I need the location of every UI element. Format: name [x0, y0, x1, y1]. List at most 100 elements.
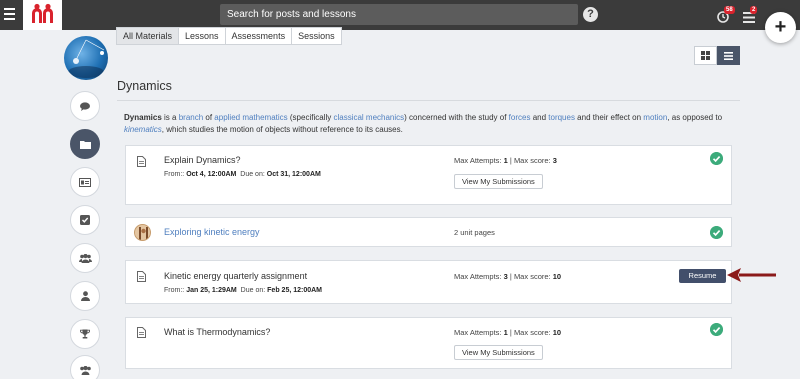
search-input[interactable]: Search for posts and lessons — [220, 4, 578, 25]
nav-groups[interactable] — [70, 243, 100, 273]
tab-sessions[interactable]: Sessions — [292, 27, 342, 45]
folder-description: Dynamics is a branch of applied mathemat… — [124, 112, 740, 136]
add-button[interactable]: + — [765, 12, 796, 43]
app-logo[interactable] — [23, 0, 62, 30]
material-card[interactable]: Explain Dynamics? From:: Oct 4, 12:00AM … — [125, 145, 732, 205]
tab-lessons[interactable]: Lessons — [179, 27, 226, 45]
from-label: From:: — [164, 171, 185, 178]
desc-text: , which studies the motion of objects wi… — [161, 125, 403, 134]
from-date: Jan 25, 1:29AM — [186, 287, 237, 294]
desc-link-applied-mathematics[interactable]: applied mathematics — [214, 113, 287, 122]
help-icon[interactable]: ? — [583, 7, 598, 22]
desc-text: and — [530, 113, 549, 122]
nav-discussions[interactable] — [70, 91, 100, 121]
document-icon — [137, 271, 146, 282]
score-label: Max score: — [513, 328, 551, 337]
score-value: 10 — [552, 272, 562, 281]
score-label: Max score: — [513, 272, 551, 281]
desc-text: (specifically — [287, 113, 334, 122]
completed-check-icon — [710, 226, 723, 239]
nav-materials[interactable] — [70, 129, 100, 159]
material-title[interactable]: Exploring kinetic energy — [164, 227, 260, 237]
grid-view-button[interactable] — [694, 46, 717, 65]
unit-pages-count: 2 unit pages — [454, 228, 495, 237]
tab-assessments[interactable]: Assessments — [225, 27, 293, 45]
material-card[interactable]: Kinetic energy quarterly assignment From… — [125, 260, 732, 304]
document-icon — [137, 327, 146, 338]
separator: | — [509, 328, 512, 337]
score-value: 3 — [552, 156, 557, 165]
nav-community[interactable] — [70, 355, 100, 379]
score-label: Max score: — [513, 156, 551, 165]
nav-members[interactable] — [70, 281, 100, 311]
document-icon — [137, 156, 146, 167]
attempts-value: 1 — [503, 156, 508, 165]
chat-icon — [80, 101, 90, 111]
desc-text: ) concerned with the study of — [404, 113, 509, 122]
view-submissions-button[interactable]: View My Submissions — [454, 174, 543, 189]
user-icon — [80, 291, 90, 301]
trophy-icon — [80, 329, 90, 339]
nav-badges[interactable] — [70, 319, 100, 349]
desc-link-kinematics[interactable]: kinematics — [124, 125, 162, 134]
tasks-badge: 2 — [750, 6, 758, 14]
desc-link-forces[interactable]: forces — [509, 113, 531, 122]
due-label: Due on: — [240, 171, 265, 178]
attempts-label: Max Attempts: — [454, 328, 502, 337]
due-date: Feb 25, 12:00AM — [267, 287, 323, 294]
from-date: Oct 4, 12:00AM — [186, 171, 237, 178]
material-dates: From:: Oct 4, 12:00AM Due on: Oct 31, 12… — [164, 171, 321, 178]
notifications-icon[interactable]: 58 — [716, 6, 735, 23]
from-label: From:: — [164, 287, 185, 294]
annotation-arrow — [727, 268, 776, 282]
nav-gradebook[interactable] — [70, 167, 100, 197]
material-title[interactable]: What is Thermodynamics? — [164, 327, 270, 337]
folder-title: Dynamics — [117, 79, 172, 93]
attempts-value: 3 — [503, 272, 508, 281]
nav-tasks[interactable] — [70, 205, 100, 235]
material-title[interactable]: Kinetic energy quarterly assignment — [164, 271, 307, 281]
due-label: Due on: — [240, 287, 266, 294]
lesson-thumbnail — [134, 224, 151, 241]
separator: | — [509, 272, 512, 281]
material-card[interactable]: Exploring kinetic energy 2 unit pages — [125, 217, 732, 247]
desc-term: Dynamics — [124, 113, 162, 122]
completed-check-icon — [710, 152, 723, 165]
completed-check-icon — [710, 323, 723, 336]
material-limits: Max Attempts: 3 | Max score: 10 — [454, 272, 561, 281]
desc-link-classical-mechanics[interactable]: classical mechanics — [333, 113, 404, 122]
users-icon — [78, 253, 92, 263]
attempts-value: 1 — [503, 328, 508, 337]
grid-icon — [701, 51, 710, 60]
desc-link-torques[interactable]: torques — [548, 113, 575, 122]
desc-text: of — [203, 113, 215, 122]
list-view-button[interactable] — [717, 46, 740, 65]
resume-button[interactable]: Resume — [679, 269, 726, 283]
desc-link-motion[interactable]: motion — [643, 113, 667, 122]
tasks-icon[interactable]: 2 — [743, 6, 759, 23]
material-card[interactable]: What is Thermodynamics? Max Attempts: 1 … — [125, 317, 732, 369]
tab-all-materials[interactable]: All Materials — [116, 27, 180, 45]
separator: | — [509, 156, 512, 165]
id-card-icon — [79, 177, 91, 187]
attempts-label: Max Attempts: — [454, 156, 502, 165]
list-icon — [724, 51, 733, 60]
score-value: 10 — [552, 328, 562, 337]
attempts-label: Max Attempts: — [454, 272, 502, 281]
menu-icon[interactable] — [4, 8, 15, 22]
course-avatar[interactable] — [64, 36, 108, 80]
users-icon — [79, 365, 91, 375]
desc-text: , as opposed to — [667, 113, 723, 122]
folder-icon — [79, 140, 91, 149]
desc-text: and their effect on — [574, 113, 644, 122]
checkbox-icon — [80, 215, 90, 225]
material-dates: From:: Jan 25, 1:29AM Due on: Feb 25, 12… — [164, 287, 322, 294]
material-tabs: All Materials Lessons Assessments Sessio… — [116, 27, 342, 45]
view-submissions-button[interactable]: View My Submissions — [454, 345, 543, 360]
material-limits: Max Attempts: 1 | Max score: 10 — [454, 328, 561, 337]
top-bar: Search for posts and lessons ? 58 2 — [0, 0, 800, 30]
notifications-badge: 58 — [724, 6, 735, 14]
desc-link-branch[interactable]: branch — [179, 113, 203, 122]
due-date: Oct 31, 12:00AM — [266, 171, 321, 178]
material-title[interactable]: Explain Dynamics? — [164, 155, 241, 165]
